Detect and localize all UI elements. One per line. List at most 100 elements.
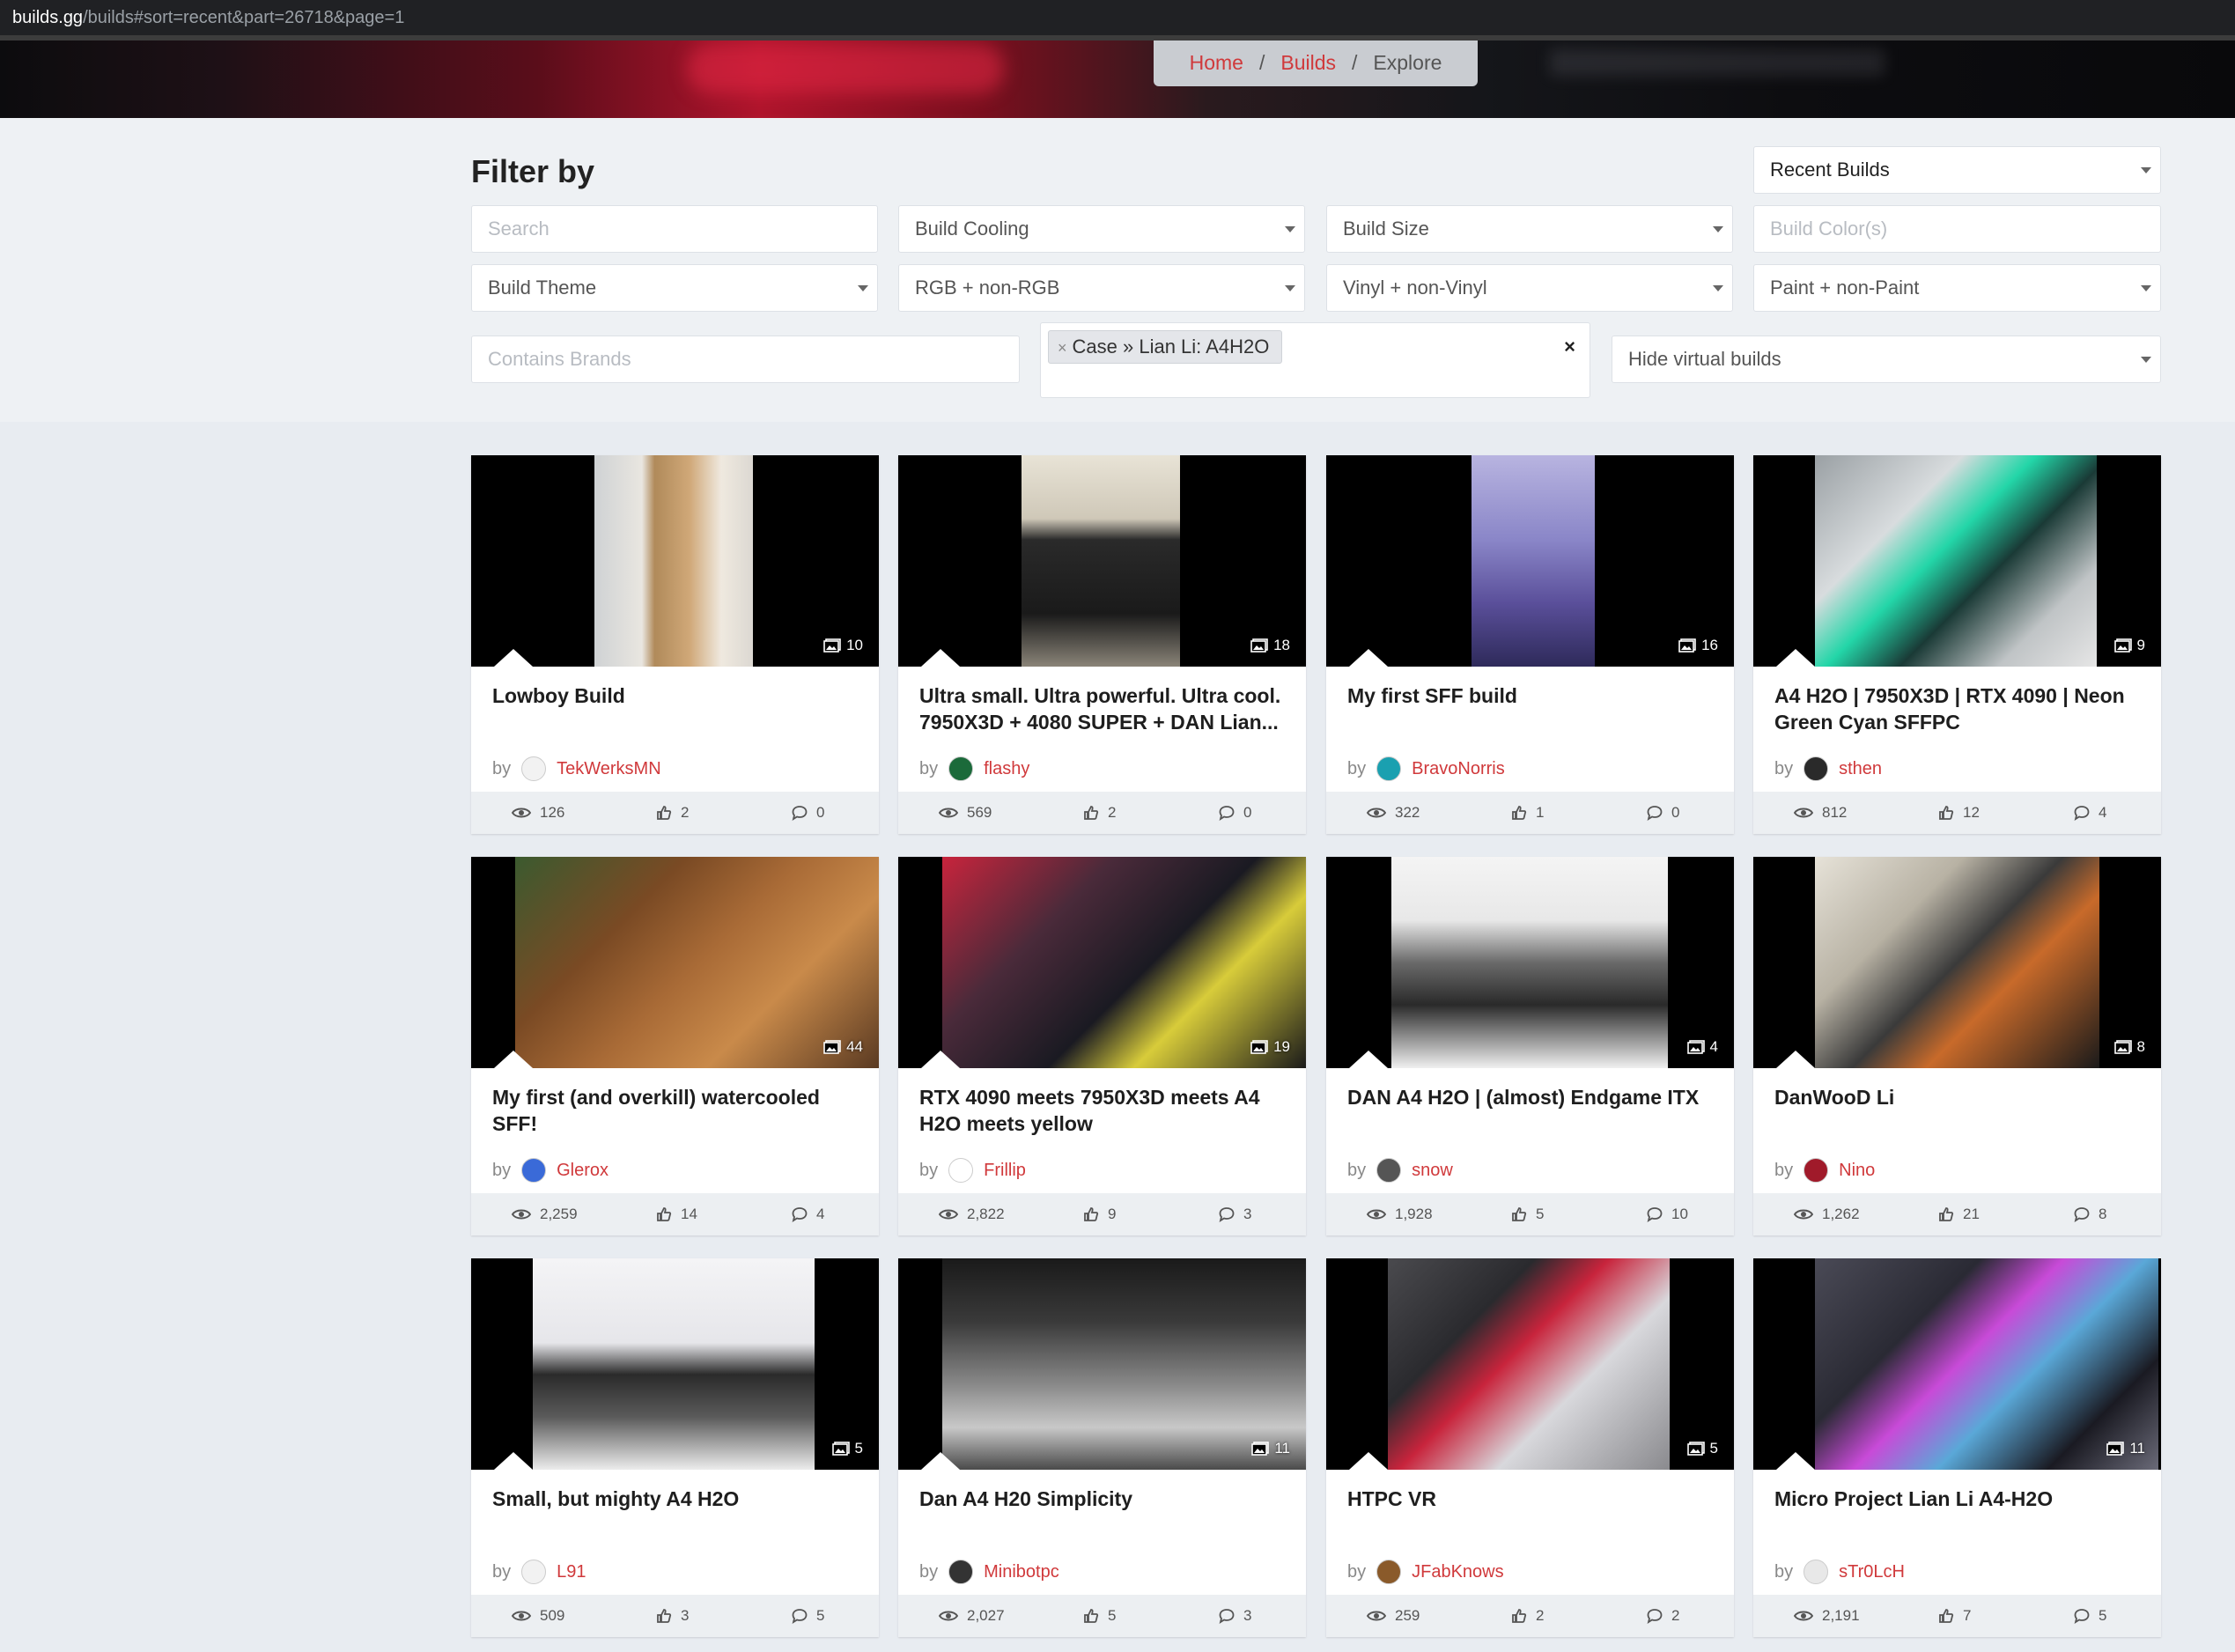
build-title[interactable]: HTPC VR [1347, 1486, 1718, 1512]
clear-icon[interactable]: × [1564, 336, 1575, 358]
avatar[interactable] [948, 756, 974, 781]
comments-stat[interactable]: 10 [1647, 1193, 1688, 1235]
paint-select[interactable]: Paint + non-Paint [1753, 264, 2161, 312]
likes-stat[interactable]: 2 [1083, 792, 1116, 834]
build-title[interactable]: Dan A4 H20 Simplicity [919, 1486, 1290, 1512]
avatar[interactable] [521, 756, 547, 781]
comments-stat[interactable]: 5 [792, 1595, 824, 1637]
build-card[interactable]: 9 A4 H2O | 7950X3D | RTX 4090 | Neon Gree… [1753, 455, 2161, 834]
build-card[interactable]: 11 Micro Project Lian Li A4-H2O by sTr0LcH 2… [1753, 1258, 2161, 1637]
likes-stat[interactable]: 5 [1083, 1595, 1116, 1637]
virtual-builds-select[interactable]: Hide virtual builds [1612, 336, 2161, 383]
build-card[interactable]: 16 My first SFF build by BravoNorris 322 1 0 [1326, 455, 1734, 834]
brands-input[interactable]: Contains Brands [471, 336, 1020, 383]
avatar[interactable] [1803, 1158, 1829, 1183]
rgb-select[interactable]: RGB + non-RGB [898, 264, 1305, 312]
build-thumbnail[interactable]: 10 [471, 455, 879, 667]
build-title[interactable]: My first (and overkill) watercooled SFF! [492, 1084, 863, 1137]
build-color-input[interactable]: Build Color(s) [1753, 205, 2161, 253]
build-title[interactable]: RTX 4090 meets 7950X3D meets A4 H2O meet… [919, 1084, 1290, 1137]
build-thumbnail[interactable]: 44 [471, 857, 879, 1068]
parts-filter[interactable]: × Case » Lian Li: A4H2O × [1040, 322, 1590, 398]
author-link[interactable]: flashy [984, 759, 1029, 779]
build-title[interactable]: DAN A4 H2O | (almost) Endgame ITX [1347, 1084, 1718, 1110]
comments-stat[interactable]: 0 [792, 792, 824, 834]
build-card[interactable]: 10 Lowboy Build by TekWerksMN 126 2 0 [471, 455, 879, 834]
search-input[interactable]: Search [471, 205, 878, 253]
author-link[interactable]: Frillip [984, 1161, 1026, 1181]
build-card[interactable]: 44 My first (and overkill) watercooled SF… [471, 857, 879, 1235]
author-link[interactable]: BravoNorris [1412, 759, 1505, 779]
author-link[interactable]: Nino [1839, 1161, 1875, 1181]
author-link[interactable]: TekWerksMN [557, 759, 661, 779]
likes-stat[interactable]: 21 [1938, 1193, 1980, 1235]
build-card[interactable]: 8 DanWooD Li by Nino 1,262 21 8 [1753, 857, 2161, 1235]
build-card[interactable]: 19 RTX 4090 meets 7950X3D meets A4 H2O me… [898, 857, 1306, 1235]
build-thumbnail[interactable]: 8 [1753, 857, 2161, 1068]
sort-select[interactable]: Recent Builds [1753, 146, 2161, 194]
likes-stat[interactable]: 3 [656, 1595, 689, 1637]
build-thumbnail[interactable]: 9 [1753, 455, 2161, 667]
author-link[interactable]: Glerox [557, 1161, 609, 1181]
avatar[interactable] [1376, 1158, 1402, 1183]
author-link[interactable]: JFabKnows [1412, 1562, 1504, 1582]
author-link[interactable]: L91 [557, 1562, 586, 1582]
avatar[interactable] [521, 1560, 547, 1584]
build-card[interactable]: 5 Small, but mighty A4 H2O by L91 509 3 5 [471, 1258, 879, 1637]
likes-stat[interactable]: 5 [1511, 1193, 1544, 1235]
likes-stat[interactable]: 12 [1938, 792, 1980, 834]
build-title[interactable]: DanWooD Li [1774, 1084, 2145, 1110]
breadcrumb-home[interactable]: Home [1190, 51, 1243, 74]
build-card[interactable]: 5 HTPC VR by JFabKnows 259 2 2 [1326, 1258, 1734, 1637]
avatar[interactable] [1803, 756, 1829, 781]
build-title[interactable]: A4 H2O | 7950X3D | RTX 4090 | Neon Green… [1774, 682, 2145, 735]
build-title[interactable]: Micro Project Lian Li A4-H2O [1774, 1486, 2145, 1512]
comments-stat[interactable]: 4 [792, 1193, 824, 1235]
avatar[interactable] [1376, 756, 1402, 781]
build-thumbnail[interactable]: 4 [1326, 857, 1734, 1068]
likes-stat[interactable]: 2 [656, 792, 689, 834]
avatar[interactable] [948, 1560, 974, 1584]
likes-stat[interactable]: 1 [1511, 792, 1544, 834]
likes-stat[interactable]: 7 [1938, 1595, 1971, 1637]
build-card[interactable]: 18 Ultra small. Ultra powerful. Ultra coo… [898, 455, 1306, 834]
build-thumbnail[interactable]: 18 [898, 455, 1306, 667]
build-thumbnail[interactable]: 16 [1326, 455, 1734, 667]
comments-stat[interactable]: 3 [1219, 1595, 1251, 1637]
comments-stat[interactable]: 4 [2074, 792, 2106, 834]
build-thumbnail[interactable]: 11 [898, 1258, 1306, 1470]
vinyl-select[interactable]: Vinyl + non-Vinyl [1326, 264, 1733, 312]
tag-remove-icon[interactable]: × [1058, 339, 1067, 357]
avatar[interactable] [1376, 1560, 1402, 1584]
build-card[interactable]: 11 Dan A4 H20 Simplicity by Minibotpc 2,027 5… [898, 1258, 1306, 1637]
comments-stat[interactable]: 0 [1647, 792, 1679, 834]
likes-stat[interactable]: 14 [656, 1193, 697, 1235]
build-thumbnail[interactable]: 5 [471, 1258, 879, 1470]
build-size-select[interactable]: Build Size [1326, 205, 1733, 253]
build-card[interactable]: 4 DAN A4 H2O | (almost) Endgame ITX by snow… [1326, 857, 1734, 1235]
comments-stat[interactable]: 8 [2074, 1193, 2106, 1235]
build-title[interactable]: My first SFF build [1347, 682, 1718, 709]
build-title[interactable]: Small, but mighty A4 H2O [492, 1486, 863, 1512]
author-link[interactable]: sthen [1839, 759, 1882, 779]
author-link[interactable]: sTr0LcH [1839, 1562, 1905, 1582]
comments-stat[interactable]: 2 [1647, 1595, 1679, 1637]
comments-stat[interactable]: 3 [1219, 1193, 1251, 1235]
likes-stat[interactable]: 9 [1083, 1193, 1116, 1235]
build-title[interactable]: Lowboy Build [492, 682, 863, 709]
likes-stat[interactable]: 2 [1511, 1595, 1544, 1637]
breadcrumb-builds[interactable]: Builds [1280, 51, 1336, 74]
build-title[interactable]: Ultra small. Ultra powerful. Ultra cool.… [919, 682, 1290, 735]
build-thumbnail[interactable]: 5 [1326, 1258, 1734, 1470]
comments-stat[interactable]: 0 [1219, 792, 1251, 834]
build-thumbnail[interactable]: 19 [898, 857, 1306, 1068]
build-theme-select[interactable]: Build Theme [471, 264, 878, 312]
avatar[interactable] [1803, 1560, 1829, 1584]
author-link[interactable]: snow [1412, 1161, 1453, 1181]
build-thumbnail[interactable]: 11 [1753, 1258, 2161, 1470]
avatar[interactable] [521, 1158, 547, 1183]
comments-stat[interactable]: 5 [2074, 1595, 2106, 1637]
author-link[interactable]: Minibotpc [984, 1562, 1059, 1582]
build-cooling-select[interactable]: Build Cooling [898, 205, 1305, 253]
address-bar[interactable]: builds.gg/builds#sort=recent&part=26718&… [0, 0, 2235, 35]
